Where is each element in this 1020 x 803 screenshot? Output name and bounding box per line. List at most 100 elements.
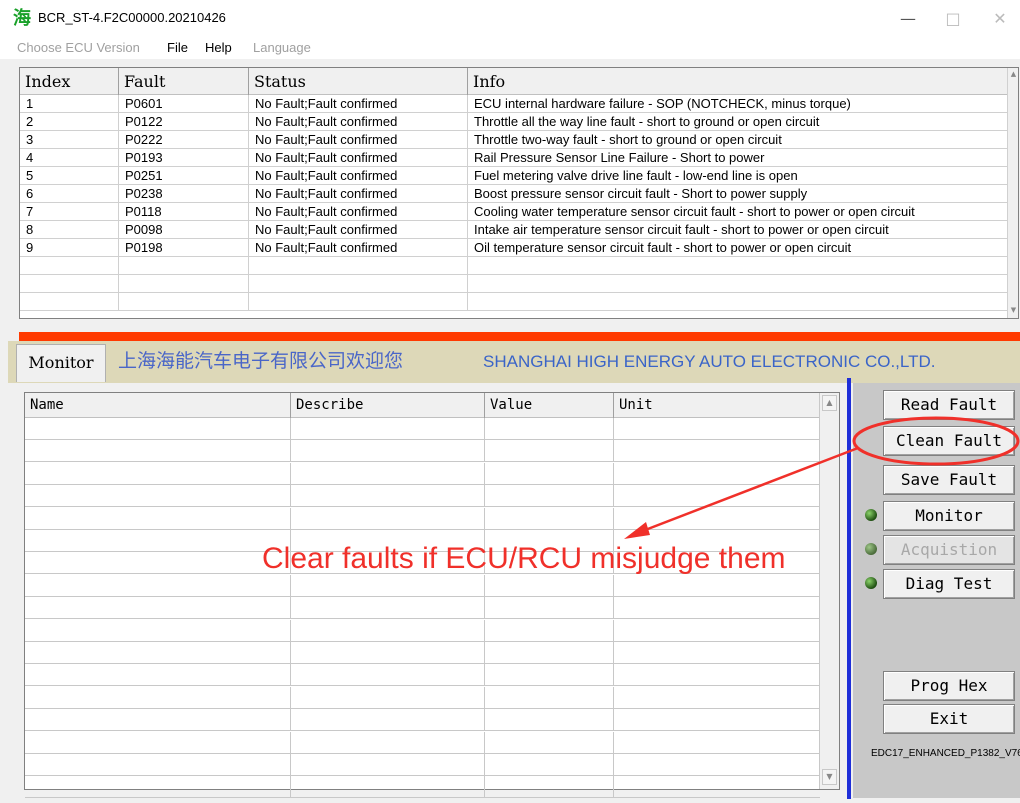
table-row[interactable] [25,642,820,664]
column-header-describe[interactable]: Describe [291,393,485,418]
monitor-cell [25,597,291,620]
fault-cell-status [249,275,468,293]
monitor-status-led-icon [865,509,877,521]
monitor-cell [614,732,820,754]
fault-cell-index: 6 [20,185,119,203]
scroll-down-icon[interactable]: ▼ [1009,306,1018,315]
table-row[interactable]: 9 P0198 No Fault;Fault confirmed Oil temper… [20,239,1008,257]
fault-cell-status: No Fault;Fault confirmed [249,239,468,257]
column-header-index[interactable]: Index [20,68,119,95]
monitor-panel: Name Describe Value Unit ▲ ▼ [8,383,846,799]
table-row[interactable] [25,664,820,687]
fault-cell-info: Oil temperature sensor circuit fault - s… [474,240,852,255]
monitor-cell [614,418,820,440]
monitor-cell [25,619,291,642]
monitor-cell [614,597,820,619]
panel-divider [847,378,851,799]
diag-test-button[interactable]: Diag Test [883,569,1015,599]
fault-cell-info: Throttle all the way line fault - short … [474,114,820,129]
table-row[interactable] [20,293,1008,311]
table-row[interactable]: 8 P0098 No Fault;Fault confirmed Intake air… [20,221,1008,239]
fault-table-scrollbar[interactable]: ▲ ▼ [1007,68,1018,318]
monitor-table-scrollbar[interactable]: ▲ ▼ [819,393,839,789]
table-row[interactable] [25,574,820,597]
table-row[interactable] [25,485,820,508]
acquistion-button[interactable]: Acquistion [883,535,1015,565]
table-row[interactable] [25,418,820,440]
fault-cell-status: No Fault;Fault confirmed [249,95,468,113]
monitor-cell [25,485,291,508]
column-header-fault[interactable]: Fault [119,68,249,95]
monitor-cell [291,440,485,463]
monitor-cell [25,709,291,732]
table-row[interactable] [25,462,820,485]
table-row[interactable] [25,597,820,620]
fault-cell-code [119,293,249,311]
fault-cell-code: P0601 [119,95,249,113]
save-fault-button[interactable]: Save Fault [883,465,1015,495]
fault-cell-index: 9 [20,239,119,257]
close-button[interactable]: ✕ [985,6,1015,32]
table-row[interactable]: 3 P0222 No Fault;Fault confirmed Throttle t… [20,131,1008,149]
table-row[interactable] [25,731,820,754]
monitor-cell [291,709,485,732]
table-row[interactable] [25,754,820,776]
monitor-cell [614,664,820,686]
monitor-cell [485,619,614,642]
column-header-info[interactable]: Info [468,68,1010,95]
prog-hex-button[interactable]: Prog Hex [883,671,1015,701]
fault-cell-status: No Fault;Fault confirmed [249,185,468,203]
table-row[interactable]: 7 P0118 No Fault;Fault confirmed Cooling wa… [20,203,1008,221]
menu-file[interactable]: File [167,40,188,56]
column-header-value[interactable]: Value [485,393,614,418]
monitor-cell [25,462,291,485]
column-header-name[interactable]: Name [25,393,291,418]
monitor-cell [25,664,291,687]
table-row[interactable]: 2 P0122 No Fault;Fault confirmed Throttle a… [20,113,1008,131]
table-row[interactable] [20,257,1008,275]
monitor-cell [25,418,291,440]
menu-choose-ecu-version[interactable]: Choose ECU Version [17,40,140,56]
column-header-status[interactable]: Status [249,68,468,95]
table-row[interactable]: 5 P0251 No Fault;Fault confirmed Fuel meter… [20,167,1008,185]
table-row[interactable] [25,709,820,732]
monitor-cell [291,485,485,508]
table-row[interactable] [25,776,820,799]
table-row[interactable] [25,440,820,463]
fault-cell-code: P0198 [119,239,249,257]
monitor-cell [291,686,485,709]
monitor-cell [485,642,614,664]
scroll-up-icon[interactable]: ▲ [822,395,837,411]
menu-language[interactable]: Language [253,40,311,56]
scroll-down-icon[interactable]: ▼ [822,769,837,785]
fault-cell-status [249,257,468,275]
exit-button[interactable]: Exit [883,704,1015,734]
table-row[interactable]: 1 P0601 No Fault;Fault confirmed ECU intern… [20,95,1008,113]
table-row[interactable]: 6 P0238 No Fault;Fault confirmed Boost pres… [20,185,1008,203]
monitor-button[interactable]: Monitor [883,501,1015,531]
menu-help[interactable]: Help [205,40,232,56]
clean-fault-button[interactable]: Clean Fault [883,426,1015,456]
window-title: BCR_ST-4.F2C00000.20210426 [38,10,226,25]
fault-cell-index: 4 [20,149,119,167]
fault-indicator-strip [19,332,1020,341]
monitor-cell [485,574,614,597]
monitor-table[interactable]: Name Describe Value Unit ▲ ▼ [24,392,840,799]
company-banner-chinese: 上海海能汽车电子有限公司欢迎您 [118,350,404,372]
fault-table[interactable]: Index Fault Status Info 1 P0601 No Fault;F… [19,67,1019,319]
table-row[interactable] [25,619,820,642]
read-fault-button[interactable]: Read Fault [883,390,1015,420]
table-row[interactable] [25,507,820,530]
scroll-up-icon[interactable]: ▲ [1009,70,1018,79]
monitor-cell [614,463,820,485]
table-row[interactable] [25,686,820,709]
maximize-button[interactable]: □ [938,6,968,32]
tab-monitor[interactable]: Monitor [16,344,106,382]
monitor-cell [291,597,485,620]
fault-cell-index: 2 [20,113,119,131]
fault-cell-index: 7 [20,203,119,221]
table-row[interactable] [20,275,1008,293]
table-row[interactable]: 4 P0193 No Fault;Fault confirmed Rail Press… [20,149,1008,167]
minimize-button[interactable]: — [893,6,923,32]
column-header-unit[interactable]: Unit [614,393,820,418]
